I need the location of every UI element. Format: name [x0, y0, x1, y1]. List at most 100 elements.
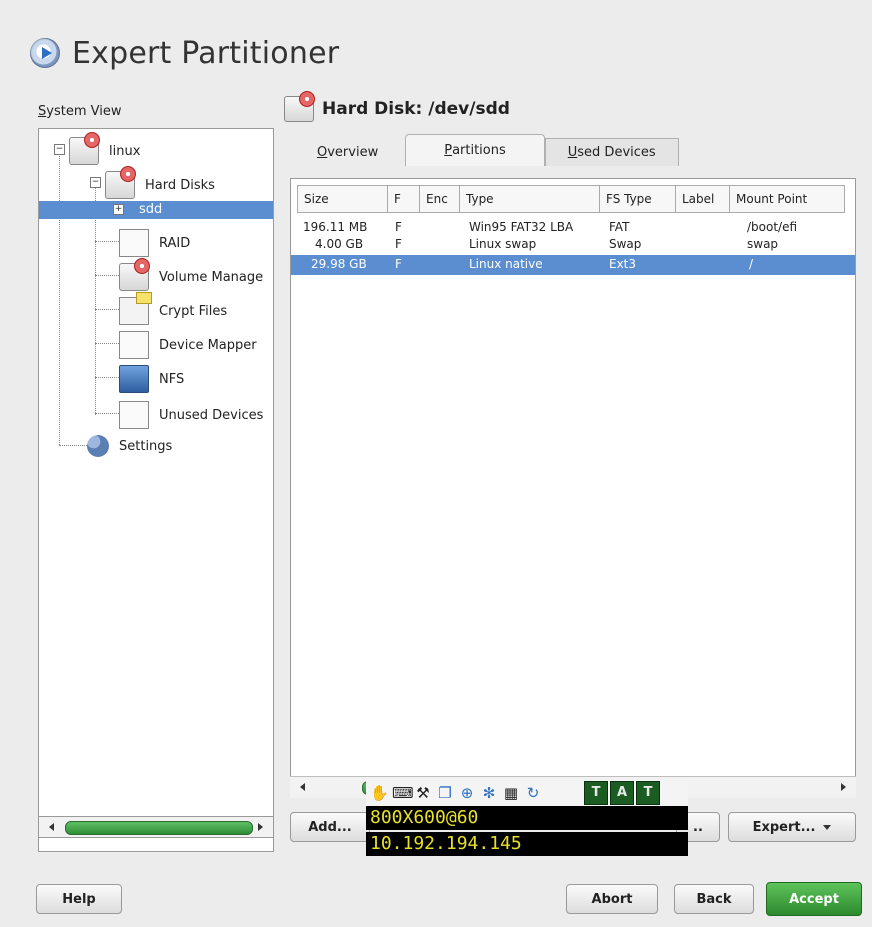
title-bar: Expert Partitioner — [30, 28, 339, 78]
resolution-readout: 800X600@60 — [366, 806, 688, 830]
column-header-fs-type[interactable]: FS Type — [599, 185, 675, 213]
cell-mount-point: /boot/efi — [747, 220, 798, 234]
tree-item-label: sdd — [139, 202, 163, 217]
settings-icon[interactable]: ✻ — [480, 784, 498, 802]
device-mapper-icon — [119, 331, 149, 359]
cell-mount-point: / — [749, 257, 754, 271]
back-button[interactable]: Back — [674, 884, 754, 914]
tree-item-settings[interactable]: Settings — [87, 435, 172, 457]
cell-size: 196.11 MB — [303, 220, 368, 234]
grid-icon[interactable]: ▦ — [502, 784, 520, 802]
scroll-right-icon[interactable] — [841, 783, 846, 791]
tree-item-label: linux — [109, 143, 141, 159]
scroll-left-icon[interactable] — [49, 823, 54, 831]
tree-item-label: NFS — [159, 371, 185, 387]
tree-item-crypt-files[interactable]: Crypt Files — [119, 292, 228, 325]
tree-item-label: Hard Disks — [145, 177, 215, 193]
tab-mnemonic: P — [444, 143, 453, 158]
tree-item-raid[interactable]: RAID — [119, 229, 190, 257]
tree-line — [95, 185, 96, 415]
scroll-left-icon[interactable] — [300, 783, 305, 791]
accept-button[interactable]: Accept — [766, 882, 862, 916]
add-button[interactable]: Add... — [290, 812, 370, 842]
tab-mnemonic: U — [567, 145, 578, 160]
arrow-bubble-icon — [30, 38, 60, 68]
help-button[interactable]: Help — [36, 884, 122, 914]
ip-address-readout: 10.192.194.145 — [366, 832, 688, 856]
collapse-toggle[interactable]: − — [54, 144, 65, 155]
network-icon[interactable]: ⊕ — [458, 784, 476, 802]
nfs-icon — [119, 365, 149, 393]
overlay-tag[interactable]: T — [584, 781, 608, 805]
cell-type: Linux native — [469, 257, 543, 271]
tree-item-label: Volume Manage — [159, 269, 264, 285]
unused-devices-icon — [119, 401, 149, 429]
tree-item-volume-manager[interactable]: Volume Manage — [119, 258, 264, 291]
tree-horizontal-scrollbar[interactable] — [38, 816, 274, 838]
window-icon[interactable]: ❐ — [436, 784, 454, 802]
cell-fs-type: FAT — [609, 220, 630, 234]
cell-mount-point: swap — [747, 237, 779, 251]
raid-icon — [119, 229, 149, 257]
cell-fs-type: Ext3 — [609, 257, 637, 271]
keyboard-icon[interactable]: ⌨ — [392, 784, 414, 802]
crypt-files-icon — [119, 292, 152, 325]
tree-item-label: Device Mapper — [159, 337, 257, 353]
column-header-type[interactable]: Type — [459, 185, 599, 213]
hard-disk-icon — [105, 166, 136, 199]
expert-button-label: Expert... — [752, 819, 816, 835]
tree-item-linux[interactable]: linux — [69, 132, 141, 165]
hand-icon[interactable]: ✋ — [370, 784, 389, 802]
partition-table[interactable]: Size F Enc Type FS Type Label Mount Poin… — [290, 178, 856, 798]
system-view-label: System View — [38, 104, 121, 119]
disk-header: Hard Disk: /dev/sdd — [284, 91, 510, 122]
tree-item-device-mapper[interactable]: Device Mapper — [119, 331, 257, 359]
tree-item-label: Crypt Files — [159, 303, 228, 319]
hammer-icon[interactable]: ⚒ — [414, 784, 432, 802]
scrollbar-thumb[interactable] — [65, 821, 253, 835]
overlay-toolbar: ✋ ⌨ ⚒ ❐ ⊕ ✻ ▦ ↻ T A T — [366, 780, 688, 806]
tree-line — [59, 445, 89, 446]
tab-overview[interactable]: Overview — [290, 138, 405, 166]
tree-item-label: RAID — [159, 235, 191, 251]
hard-disk-icon — [69, 132, 100, 165]
refresh-icon[interactable]: ↻ — [524, 784, 542, 802]
tree-item-label: Settings — [119, 438, 173, 454]
column-header-enc[interactable]: Enc — [419, 185, 459, 213]
table-row[interactable]: 4.00 GB F Linux swap Swap swap — [291, 236, 855, 252]
tree-item-label: Unused Devices — [159, 407, 264, 423]
collapse-toggle[interactable]: − — [90, 177, 101, 188]
tree-item-hard-disks[interactable]: Hard Disks — [105, 166, 215, 199]
remote-console-overlay: ✋ ⌨ ⚒ ❐ ⊕ ✻ ▦ ↻ T A T 800X600@60 10.192.… — [366, 780, 688, 858]
tree-line — [95, 377, 119, 378]
table-row-selected[interactable]: 29.98 GB F Linux native Ext3 / — [291, 255, 855, 275]
table-row[interactable]: 196.11 MB F Win95 FAT32 LBA FAT /boot/ef… — [291, 219, 855, 235]
tab-label: sed Devices — [577, 145, 656, 160]
system-view-tree[interactable]: − linux − Hard Disks + sdd RAID Volume M… — [38, 128, 274, 852]
column-header-size[interactable]: Size — [297, 185, 387, 213]
table-header: Size F Enc Type FS Type Label Mount Poin… — [297, 185, 845, 215]
column-header-f[interactable]: F — [387, 185, 419, 213]
tree-item-sdd[interactable]: + sdd — [39, 201, 273, 219]
scroll-right-icon[interactable] — [258, 823, 263, 831]
overlay-tag[interactable]: A — [610, 781, 634, 805]
volume-manager-icon — [119, 258, 150, 291]
tree-item-nfs[interactable]: NFS — [119, 365, 184, 393]
tab-mnemonic: O — [317, 145, 328, 160]
overlay-tag[interactable]: T — [636, 781, 660, 805]
tab-partitions[interactable]: Partitions — [405, 134, 545, 166]
expert-button[interactable]: Expert... — [728, 812, 856, 842]
column-header-label[interactable]: Label — [675, 185, 729, 213]
tree-line — [95, 413, 119, 414]
expand-toggle[interactable]: + — [113, 204, 124, 215]
column-header-mount-point[interactable]: Mount Point — [729, 185, 845, 213]
cell-f: F — [395, 257, 402, 271]
settings-icon — [87, 435, 109, 457]
tab-used-devices[interactable]: Used Devices — [544, 138, 679, 166]
cell-size: 4.00 GB — [315, 237, 364, 251]
system-view-label-rest: ystem View — [46, 104, 122, 119]
tree-item-unused-devices[interactable]: Unused Devices — [119, 401, 263, 429]
cell-f: F — [395, 220, 402, 234]
abort-button[interactable]: Abort — [566, 884, 658, 914]
cell-type: Win95 FAT32 LBA — [469, 220, 574, 234]
